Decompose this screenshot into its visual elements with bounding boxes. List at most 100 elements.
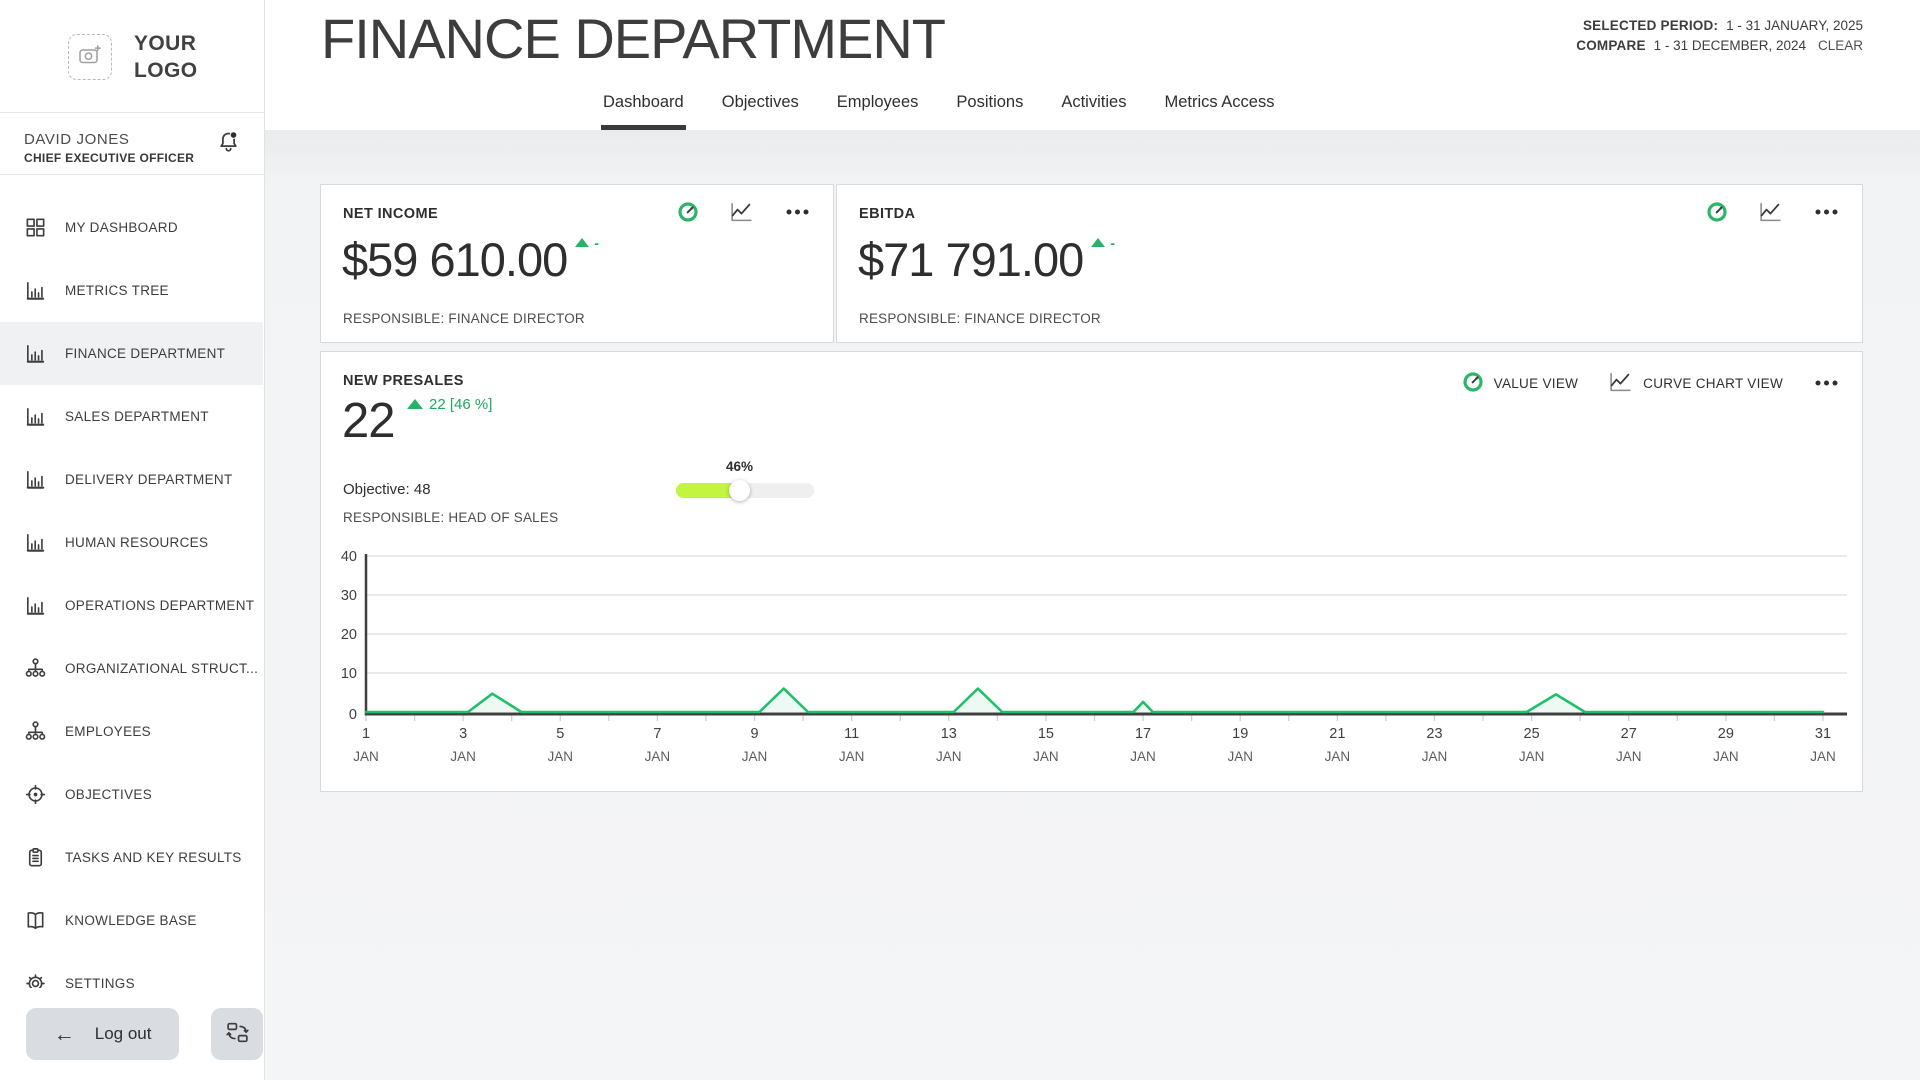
svg-text:JAN: JAN [1325, 749, 1351, 764]
logo-block: YOUR LOGO [0, 0, 264, 84]
svg-text:JAN: JAN [548, 749, 574, 764]
change-indicator: - [575, 234, 599, 250]
change-indicator: - [1091, 234, 1115, 250]
sidebar-item-settings[interactable]: SETTINGS [0, 952, 263, 988]
metrics-chart-icon [24, 279, 48, 303]
svg-text:27: 27 [1621, 726, 1637, 742]
value-view-icon[interactable] [677, 201, 699, 223]
responsible-label: RESPONSIBLE: HEAD OF SALES [343, 510, 558, 525]
metrics-chart-icon [24, 531, 48, 555]
logo-upload-placeholder[interactable] [68, 34, 112, 80]
svg-text:15: 15 [1038, 726, 1054, 742]
svg-text:21: 21 [1329, 726, 1345, 742]
camera-icon [77, 43, 103, 72]
tab-objectives[interactable]: Objectives [720, 93, 801, 130]
sidebar-item-finance-department[interactable]: FINANCE DEPARTMENT [0, 322, 263, 385]
card-actions [1706, 200, 1840, 223]
svg-text:3: 3 [459, 726, 467, 742]
compare-period-line[interactable]: COMPARE 1 - 31 DECEMBER, 2024 CLEAR [1576, 36, 1863, 56]
ebitda-card: EBITDA $71 791.00- RESPONSIBLE: FINANCE … [836, 184, 1863, 343]
screen-toggle-button[interactable] [211, 1008, 263, 1060]
new-presales-card: NEW PRESALES VALUE VIEW CURVE CHART VIEW… [320, 351, 1863, 792]
sidebar-item-knowledge-base[interactable]: KNOWLEDGE BASE [0, 889, 263, 952]
org-structure-icon [24, 720, 48, 744]
card-actions [677, 200, 811, 223]
curve-chart-view-toggle[interactable]: CURVE CHART VIEW [1608, 370, 1783, 396]
selected-period-line[interactable]: SELECTED PERIOD:1 - 31 JANUARY, 2025 [1576, 16, 1863, 36]
svg-text:30: 30 [341, 588, 357, 604]
org-structure-icon [24, 657, 48, 681]
svg-text:5: 5 [556, 726, 564, 742]
sidebar-item-employees[interactable]: EMPLOYEES [0, 700, 263, 763]
svg-text:23: 23 [1426, 726, 1442, 742]
sidebar-item-metrics-tree[interactable]: METRICS TREE [0, 259, 263, 322]
up-triangle-icon [1091, 238, 1105, 247]
svg-text:JAN: JAN [353, 749, 379, 764]
svg-text:JAN: JAN [1519, 749, 1545, 764]
more-menu-icon[interactable] [784, 201, 811, 223]
svg-text:7: 7 [653, 726, 661, 742]
notifications-button[interactable] [216, 129, 242, 155]
value-view-toggle[interactable]: VALUE VIEW [1462, 371, 1579, 396]
target-icon [24, 783, 48, 807]
main-area: FINANCE DEPARTMENT SELECTED PERIOD:1 - 3… [265, 0, 1920, 1080]
svg-text:11: 11 [844, 726, 859, 742]
svg-text:17: 17 [1135, 726, 1151, 742]
curve-chart-icon[interactable] [729, 200, 754, 223]
svg-text:10: 10 [341, 666, 357, 682]
svg-text:25: 25 [1524, 726, 1540, 742]
curve-chart-icon [1608, 370, 1633, 396]
compare-label: COMPARE [1576, 38, 1645, 53]
net-income-card: NET INCOME $59 610.00- RESPONSIBLE: FINA… [320, 184, 834, 343]
clear-compare-button[interactable]: CLEAR [1818, 38, 1863, 53]
sidebar-item-human-resources[interactable]: HUMAN RESOURCES [0, 511, 263, 574]
logout-button[interactable]: ← Log out [26, 1008, 179, 1060]
svg-text:JAN: JAN [839, 749, 865, 764]
sidebar-item-tasks-and-key-results[interactable]: TASKS AND KEY RESULTS [0, 826, 263, 889]
tab-activities[interactable]: Activities [1059, 93, 1128, 130]
svg-text:JAN: JAN [1616, 749, 1642, 764]
svg-text:JAN: JAN [1227, 749, 1253, 764]
presales-line-chart: 0102030401JAN3JAN5JAN7JAN9JAN11JAN13JAN1… [321, 542, 1862, 792]
logout-label: Log out [95, 1024, 152, 1044]
metrics-chart-icon [24, 594, 48, 618]
kpi-row: NET INCOME $59 610.00- RESPONSIBLE: FINA… [320, 184, 1863, 343]
kpi-value: 22 [342, 393, 395, 449]
sidebar-item-delivery-department[interactable]: DELIVERY DEPARTMENT [0, 448, 263, 511]
svg-text:29: 29 [1718, 726, 1734, 742]
sidebar-item-objectives[interactable]: OBJECTIVES [0, 763, 263, 826]
curve-chart-icon[interactable] [1758, 200, 1783, 223]
value-view-icon [1462, 371, 1484, 396]
sidebar-item-operations-department[interactable]: OPERATIONS DEPARTMENT [0, 574, 263, 637]
svg-text:13: 13 [941, 726, 957, 742]
tab-dashboard[interactable]: Dashboard [601, 93, 686, 130]
book-icon [24, 909, 48, 933]
sidebar-item-my-dashboard[interactable]: MY DASHBOARD [0, 196, 263, 259]
compare-value: 1 - 31 DECEMBER, 2024 [1654, 38, 1806, 53]
arrow-left-icon: ← [54, 1024, 75, 1045]
objective-label: Objective: 48 [343, 481, 431, 498]
value-view-icon[interactable] [1706, 201, 1728, 223]
svg-text:JAN: JAN [1422, 749, 1448, 764]
dashboard-grid-icon [24, 216, 48, 240]
metrics-chart-icon [24, 468, 48, 492]
sidebar-item-sales-department[interactable]: SALES DEPARTMENT [0, 385, 263, 448]
tab-metrics-access[interactable]: Metrics Access [1162, 93, 1276, 130]
bell-icon [216, 141, 241, 158]
change-indicator: 22 [46 %] [407, 396, 492, 413]
swap-icon [225, 1020, 250, 1048]
tab-employees[interactable]: Employees [835, 93, 921, 130]
up-triangle-icon [407, 399, 423, 409]
kpi-value: $71 791.00- [858, 232, 1115, 287]
selected-period-value: 1 - 31 JANUARY, 2025 [1726, 18, 1863, 33]
card-title: NEW PRESALES [343, 373, 464, 389]
sidebar-item-organizational-struct[interactable]: ORGANIZATIONAL STRUCT... [0, 637, 263, 700]
more-menu-icon[interactable] [1813, 372, 1840, 394]
progress-knob[interactable] [729, 480, 750, 501]
kpi-value: $59 610.00- [342, 232, 599, 287]
more-menu-icon[interactable] [1813, 201, 1840, 223]
tab-positions[interactable]: Positions [954, 93, 1025, 130]
svg-text:JAN: JAN [1810, 749, 1836, 764]
svg-text:1: 1 [362, 726, 370, 742]
svg-text:JAN: JAN [645, 749, 671, 764]
